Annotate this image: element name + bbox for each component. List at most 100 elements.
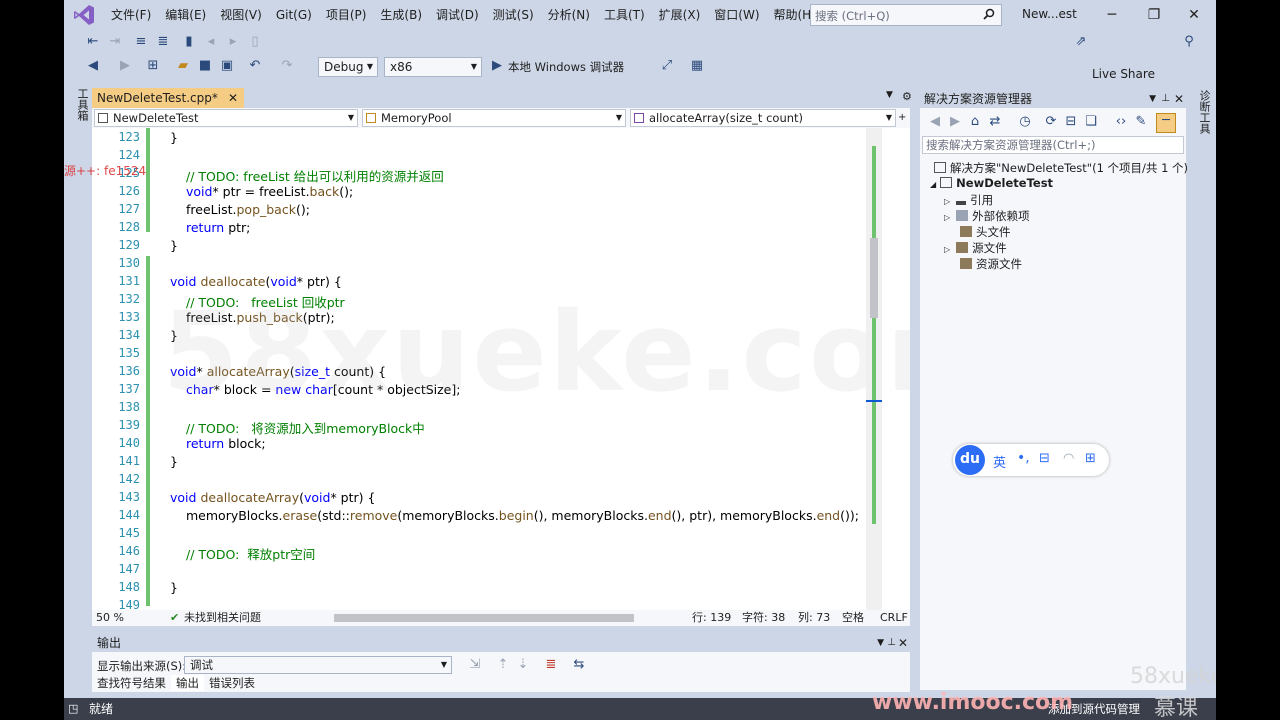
restore-button[interactable]: ❐: [1144, 5, 1164, 25]
ime-language-toggle[interactable]: 英: [993, 452, 1006, 471]
tab-output[interactable]: 输出: [171, 675, 204, 691]
punctuation-icon[interactable]: •,: [1017, 450, 1030, 466]
tree-item-resource-files[interactable]: 资源文件: [960, 256, 1022, 272]
project-scope-dropdown[interactable]: NewDeleteTest ▼: [94, 109, 358, 127]
redo-icon[interactable]: ↷: [280, 59, 294, 73]
word-wrap-icon[interactable]: ⇆: [572, 658, 586, 672]
next-bookmark-icon[interactable]: ▸: [226, 35, 240, 49]
menu-test[interactable]: 测试(S): [486, 0, 541, 30]
baidu-ime-logo-icon[interactable]: du: [955, 445, 985, 475]
user-icon[interactable]: ◠: [1063, 451, 1074, 466]
start-debug-icon[interactable]: ▶: [490, 59, 504, 73]
save-icon[interactable]: ■: [198, 59, 212, 73]
comment-icon[interactable]: ⇤: [86, 35, 100, 49]
find-message-icon[interactable]: ⇲: [468, 658, 482, 672]
tree-project-node[interactable]: ◢ NewDeleteTest: [930, 176, 1053, 190]
menu-window[interactable]: 窗口(W): [707, 0, 766, 30]
config-dropdown[interactable]: Debug ▼: [318, 57, 378, 77]
close-tab-icon[interactable]: ✕: [228, 88, 238, 108]
tree-solution-node[interactable]: 解决方案"NewDeleteTest"(1 个项目/共 1 个): [934, 160, 1188, 176]
prev-message-icon[interactable]: ⇡: [496, 658, 510, 672]
menu-extensions[interactable]: 扩展(X): [652, 0, 708, 30]
menu-view[interactable]: 视图(V): [213, 0, 269, 30]
uncomment-icon[interactable]: ⇥: [108, 35, 122, 49]
toolbox-icon[interactable]: ⊟: [1039, 451, 1050, 466]
save-all-icon[interactable]: ▣: [220, 59, 234, 73]
close-output-icon[interactable]: ✕: [898, 634, 908, 652]
forward-icon[interactable]: ▶: [118, 59, 132, 73]
grid-menu-icon[interactable]: ⊞: [1085, 451, 1096, 466]
outdent-icon[interactable]: ≣: [156, 35, 170, 49]
editor-vertical-scrollbar[interactable]: [866, 128, 882, 610]
split-icon[interactable]: +: [898, 112, 906, 123]
prev-bookmark-icon[interactable]: ◂: [204, 35, 218, 49]
zoom-dropdown[interactable]: 50 %: [96, 610, 124, 626]
view-code-icon[interactable]: ‹›: [1114, 115, 1128, 129]
output-source-dropdown[interactable]: 调试 ▼: [184, 656, 452, 674]
tree-item-header-files[interactable]: 头文件: [960, 224, 1011, 240]
menu-tools[interactable]: 工具(T): [597, 0, 652, 30]
pending-changes-icon[interactable]: ◷: [1018, 115, 1032, 129]
code-line: memoryBlocks.erase(std::remove(memoryBlo…: [186, 508, 859, 523]
open-icon[interactable]: ▰: [176, 59, 190, 73]
panel-options-icon[interactable]: ▼: [1149, 90, 1156, 108]
indent-mode[interactable]: 空格: [842, 610, 864, 626]
back-icon[interactable]: ◀: [928, 115, 942, 129]
bookmark-icon[interactable]: ▮: [182, 35, 196, 49]
sync-icon[interactable]: ⟳: [1044, 115, 1058, 129]
live-share-icon[interactable]: ⇗: [1074, 35, 1088, 49]
feedback-icon[interactable]: ⚲: [1182, 35, 1196, 49]
class-scope-dropdown[interactable]: MemoryPool ▼: [362, 109, 626, 127]
menu-build[interactable]: 生成(B): [373, 0, 429, 30]
switch-views-icon[interactable]: ⇄: [988, 115, 1002, 129]
output-options-icon[interactable]: ▼: [877, 634, 884, 652]
tab-find-symbol-results[interactable]: 查找符号结果: [92, 675, 171, 691]
attach-icon[interactable]: ⤢: [660, 59, 674, 73]
tree-item-source-files[interactable]: ▷ 源文件: [944, 240, 1007, 256]
minimize-button[interactable]: ─: [1102, 5, 1122, 25]
settings-icon[interactable]: ⚙: [902, 90, 912, 103]
home-icon[interactable]: ⌂: [968, 115, 982, 129]
close-panel-icon[interactable]: ✕: [1174, 90, 1184, 108]
tree-item-references[interactable]: ▷ 引用: [944, 192, 993, 208]
back-icon[interactable]: ◀: [86, 59, 100, 73]
horizontal-scrollbar-thumb[interactable]: [334, 614, 634, 622]
code-editor[interactable]: 123 124 125 126 127 128 129 130 131 132 133 134 135 1…: [92, 128, 910, 610]
run-debugger-button[interactable]: 本地 Windows 调试器: [508, 59, 624, 75]
close-button[interactable]: ✕: [1184, 5, 1204, 25]
diagnostics-side-tab[interactable]: 诊断工具: [1192, 90, 1212, 134]
show-all-files-icon[interactable]: ❏: [1084, 115, 1098, 129]
screenshot-icon[interactable]: ▦: [690, 59, 704, 73]
preview-selected-icon[interactable]: ─: [1156, 113, 1176, 133]
tab-error-list[interactable]: 错误列表: [204, 675, 260, 691]
member-scope-dropdown[interactable]: allocateArray(size_t count) ▼: [630, 109, 896, 127]
undo-icon[interactable]: ↶: [248, 59, 262, 73]
menu-debug[interactable]: 调试(D): [429, 0, 486, 30]
tab-newdeletetest-cpp[interactable]: NewDeleteTest.cpp* ✕: [92, 88, 244, 108]
scrollbar-thumb[interactable]: [870, 238, 878, 318]
pin-icon[interactable]: ⊥: [887, 634, 896, 652]
menu-project[interactable]: 项目(P): [319, 0, 374, 30]
solution-search-input[interactable]: 搜索解决方案资源管理器(Ctrl+;): [922, 136, 1184, 154]
menu-file[interactable]: 文件(F): [104, 0, 158, 30]
tree-item-external-deps[interactable]: ▷ 外部依赖项: [944, 208, 1030, 224]
clear-all-icon[interactable]: ≣: [544, 658, 558, 672]
tab-overflow-icon[interactable]: ▼: [886, 90, 893, 100]
menu-analyze[interactable]: 分析(N): [541, 0, 597, 30]
collapse-all-icon[interactable]: ⊟: [1064, 115, 1078, 129]
issues-status[interactable]: 未找到相关问题: [184, 610, 261, 626]
search-box[interactable]: 搜索 (Ctrl+Q): [810, 4, 1002, 26]
indent-icon[interactable]: ≡: [134, 35, 148, 49]
code-line: return block;: [186, 436, 266, 451]
line-ending[interactable]: CRLF: [880, 610, 908, 626]
menu-edit[interactable]: 编辑(E): [158, 0, 213, 30]
visual-studio-logo-icon: [74, 5, 94, 25]
platform-dropdown[interactable]: x86 ▼: [384, 57, 482, 77]
menu-git[interactable]: Git(G): [269, 0, 319, 30]
new-project-icon[interactable]: ⊞: [146, 59, 160, 73]
pin-icon[interactable]: ⊥: [1161, 90, 1170, 108]
properties-icon[interactable]: ✎: [1134, 115, 1148, 129]
next-message-icon[interactable]: ⇣: [516, 658, 530, 672]
clear-bookmarks-icon[interactable]: ▯: [248, 35, 262, 49]
forward-icon[interactable]: ▶: [948, 115, 962, 129]
